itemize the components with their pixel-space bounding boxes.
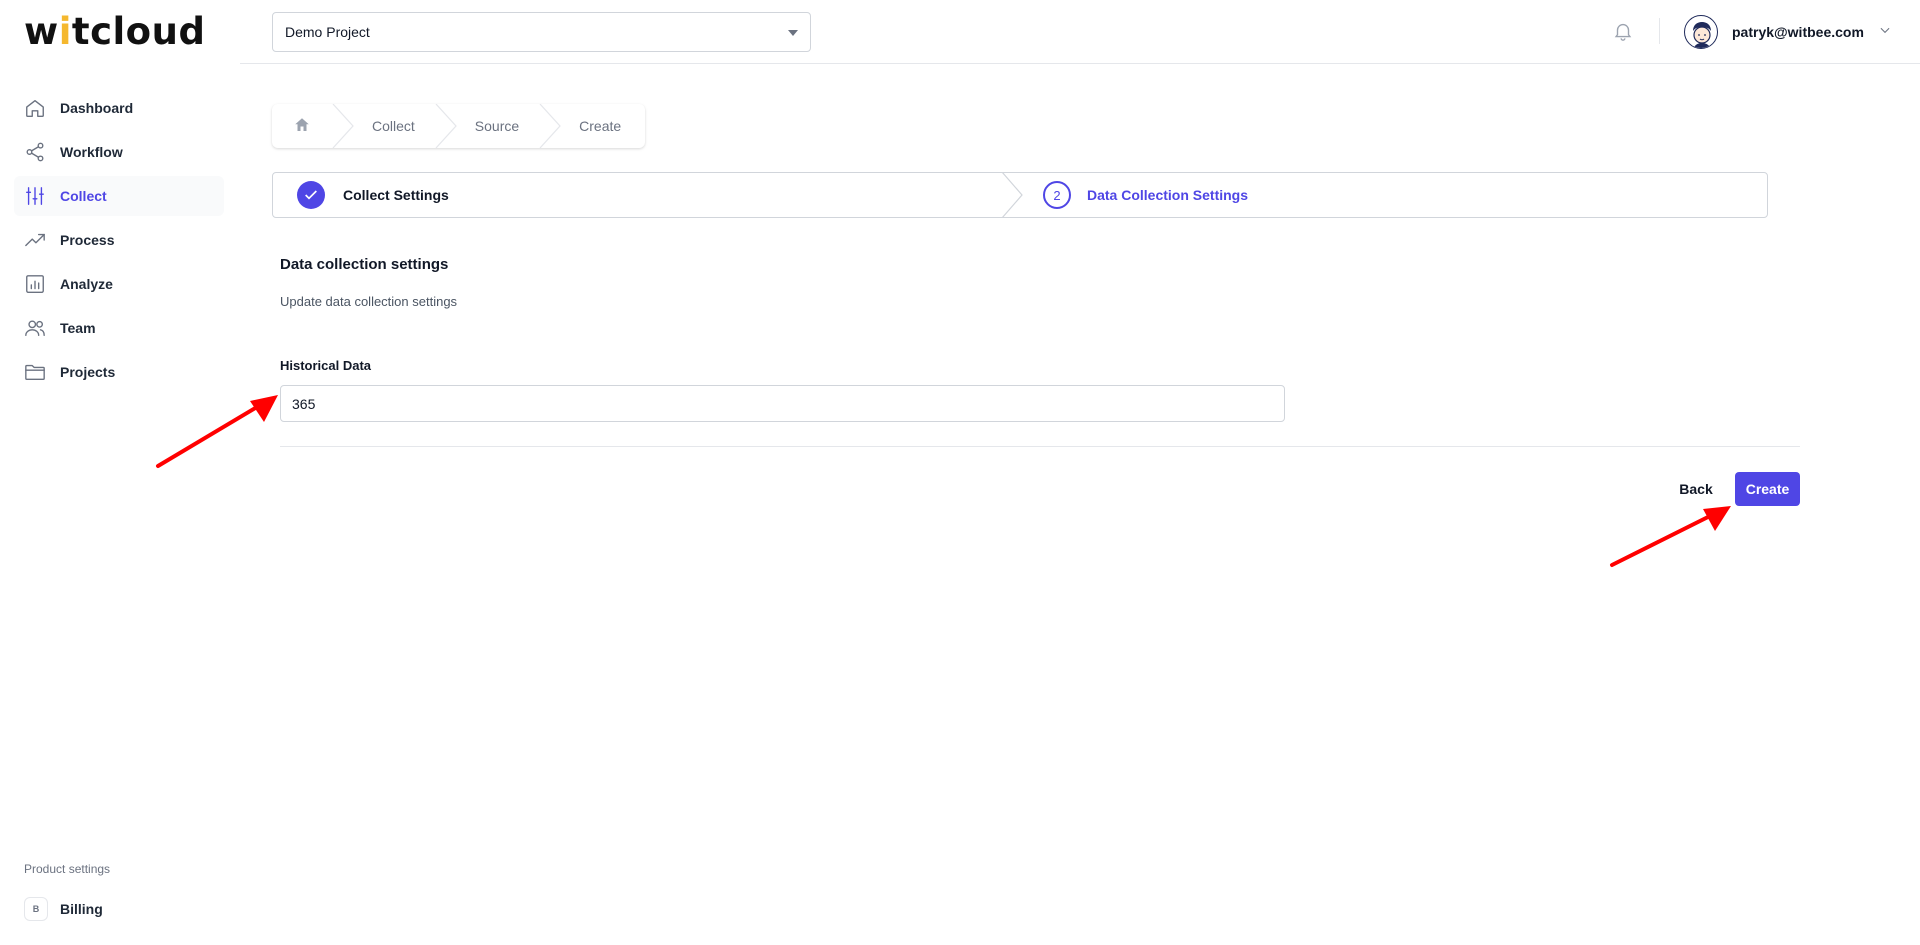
avatar xyxy=(1684,15,1718,49)
trend-icon xyxy=(24,229,46,251)
historical-data-label: Historical Data xyxy=(280,358,372,373)
sidebar-item-label: Collect xyxy=(60,188,107,204)
form-divider xyxy=(280,446,1800,447)
sliders-icon xyxy=(24,185,46,207)
step-number: 2 xyxy=(1043,181,1071,209)
sidebar-nav: Dashboard Workflow Collect Process Analy… xyxy=(14,88,224,396)
header-divider xyxy=(1659,18,1660,44)
annotation-arrow-icon xyxy=(156,395,278,468)
sidebar-item-team[interactable]: Team xyxy=(14,308,224,348)
users-icon xyxy=(24,317,46,339)
section-title: Data collection settings xyxy=(280,256,449,273)
bell-icon[interactable] xyxy=(1612,20,1636,44)
sidebar-item-label: Projects xyxy=(60,364,116,380)
sidebar-item-process[interactable]: Process xyxy=(14,220,224,260)
project-select[interactable]: Demo Project xyxy=(272,12,811,52)
home-icon xyxy=(24,97,46,119)
bar-chart-icon xyxy=(24,273,46,295)
witcloud-logo[interactable]: witcloud xyxy=(24,13,205,50)
breadcrumb-item-create[interactable]: Create xyxy=(561,104,645,148)
home-icon xyxy=(293,116,311,137)
sidebar-item-label: Billing xyxy=(60,901,103,917)
breadcrumb-separator xyxy=(435,103,457,149)
annotation-arrow-icon xyxy=(1610,506,1731,567)
sidebar-item-dashboard[interactable]: Dashboard xyxy=(14,88,224,128)
top-header: Demo Project patryk@witbee.com xyxy=(240,0,1920,64)
step-label: Data Collection Settings xyxy=(1087,187,1249,203)
sidebar-item-label: Dashboard xyxy=(60,100,134,116)
product-settings-label: Product settings xyxy=(24,862,111,876)
sidebar-item-label: Team xyxy=(60,320,96,336)
project-select-value: Demo Project xyxy=(285,24,370,40)
breadcrumb: Collect Source Create xyxy=(272,103,646,149)
sidebar-item-billing[interactable]: B Billing xyxy=(24,897,103,921)
step-label: Collect Settings xyxy=(343,187,449,203)
folder-icon xyxy=(24,361,46,383)
share-icon xyxy=(24,141,46,163)
breadcrumb-item-collect[interactable]: Collect xyxy=(354,104,435,148)
sidebar-item-workflow[interactable]: Workflow xyxy=(14,132,224,172)
check-icon xyxy=(297,181,325,209)
chevron-down-icon xyxy=(1878,23,1892,42)
breadcrumb-home[interactable] xyxy=(272,104,332,148)
breadcrumb-separator xyxy=(332,103,354,149)
sidebar-item-label: Workflow xyxy=(60,144,123,160)
section-subtitle: Update data collection settings xyxy=(280,294,458,309)
step-collect-settings[interactable]: Collect Settings xyxy=(273,173,1003,217)
create-button[interactable]: Create xyxy=(1735,472,1800,506)
sidebar-item-label: Process xyxy=(60,232,115,248)
caret-down-icon xyxy=(788,30,798,36)
breadcrumb-separator xyxy=(539,103,561,149)
user-email: patryk@witbee.com xyxy=(1732,24,1864,40)
sidebar-item-label: Analyze xyxy=(60,276,113,292)
sidebar-item-projects[interactable]: Projects xyxy=(14,352,224,392)
sidebar-item-analyze[interactable]: Analyze xyxy=(14,264,224,304)
billing-badge: B xyxy=(24,897,48,921)
user-menu[interactable]: patryk@witbee.com xyxy=(1684,14,1892,50)
breadcrumb-item-source[interactable]: Source xyxy=(457,104,539,148)
sidebar-item-collect[interactable]: Collect xyxy=(14,176,224,216)
stepper: Collect Settings 2 Data Collection Setti… xyxy=(272,171,1768,219)
step-data-collection-settings[interactable]: 2 Data Collection Settings xyxy=(1003,173,1767,217)
historical-data-input[interactable] xyxy=(280,385,1285,422)
